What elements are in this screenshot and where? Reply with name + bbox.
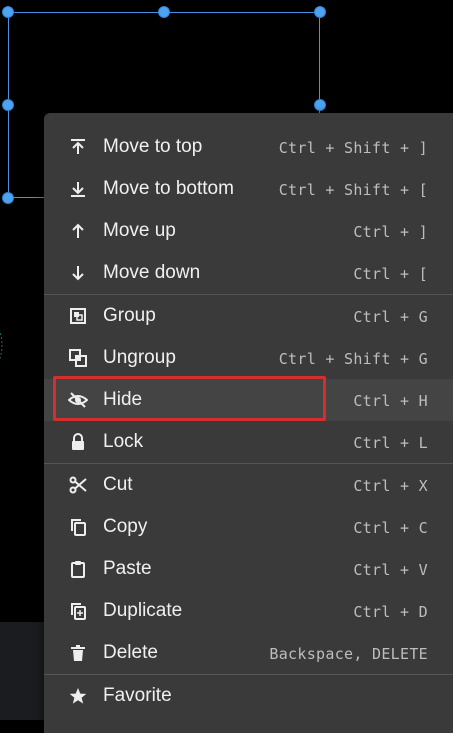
menu-item-lock[interactable]: Lock Ctrl + L [44,421,453,463]
menu-item-cut[interactable]: Cut Ctrl + X [44,464,453,506]
menu-item-move-to-bottom[interactable]: Move to bottom Ctrl + Shift + [ [44,168,453,210]
canvas-shape-arc [0,330,3,360]
menu-item-move-down[interactable]: Move down Ctrl + [ [44,252,453,294]
cut-icon [68,475,88,495]
menu-item-shortcut: Ctrl + C [353,519,428,537]
menu-item-shortcut: Ctrl + ] [353,223,428,241]
menu-item-shortcut: Ctrl + D [353,603,428,621]
highlight-annotation [53,376,326,421]
menu-item-label: Group [103,305,156,326]
menu-item-label: Ungroup [103,347,176,368]
menu-item-label: Paste [103,558,152,579]
paste-icon [68,559,88,579]
lock-icon [68,432,88,452]
menu-item-shortcut: Ctrl + [ [353,265,428,283]
move-to-bottom-icon [68,179,88,199]
copy-icon [68,517,88,537]
menu-item-copy[interactable]: Copy Ctrl + C [44,506,453,548]
resize-handle-bottom-left[interactable] [2,192,14,204]
menu-item-label: Lock [103,431,144,452]
delete-icon [68,643,88,663]
menu-item-label: Delete [103,642,158,663]
menu-item-label: Move to bottom [103,178,234,199]
move-down-icon [68,263,88,283]
resize-handle-middle-right[interactable] [314,99,326,111]
menu-item-shortcut: Ctrl + Shift + [ [278,181,428,199]
menu-item-ungroup[interactable]: Ungroup Ctrl + Shift + G [44,337,453,379]
menu-item-shortcut: Ctrl + G [353,308,428,326]
menu-item-move-up[interactable]: Move up Ctrl + ] [44,210,453,252]
menu-item-favorite[interactable]: Favorite [44,675,453,717]
resize-handle-top-center[interactable] [158,6,170,18]
resize-handle-middle-left[interactable] [2,99,14,111]
menu-item-group[interactable]: Group Ctrl + G [44,295,453,337]
menu-item-shortcut: Ctrl + H [353,392,428,410]
menu-item-shortcut: Ctrl + L [353,434,428,452]
menu-item-label: Move up [103,220,176,241]
menu-item-label: Favorite [103,685,172,706]
menu-item-shortcut: Ctrl + V [353,561,428,579]
duplicate-icon [68,601,88,621]
menu-item-label: Copy [103,516,148,537]
menu-item-label: Move down [103,262,201,283]
menu-item-label: Duplicate [103,600,183,621]
context-menu: Move to top Ctrl + Shift + ] Move to bot… [44,113,453,733]
menu-item-shortcut: Backspace, DELETE [269,645,428,663]
menu-item-duplicate[interactable]: Duplicate Ctrl + D [44,590,453,632]
ungroup-icon [68,348,88,368]
menu-item-shortcut: Ctrl + Shift + ] [278,139,428,157]
menu-item-move-to-top[interactable]: Move to top Ctrl + Shift + ] [44,126,453,168]
star-icon [68,686,88,706]
menu-item-delete[interactable]: Delete Backspace, DELETE [44,632,453,674]
resize-handle-top-right[interactable] [314,6,326,18]
resize-handle-top-left[interactable] [2,6,14,18]
menu-item-paste[interactable]: Paste Ctrl + V [44,548,453,590]
group-icon [68,306,88,326]
menu-item-shortcut: Ctrl + Shift + G [278,350,428,368]
menu-item-shortcut: Ctrl + X [353,477,428,495]
menu-item-label: Move to top [103,136,203,157]
move-to-top-icon [68,137,88,157]
move-up-icon [68,221,88,241]
menu-item-label: Cut [103,474,133,495]
